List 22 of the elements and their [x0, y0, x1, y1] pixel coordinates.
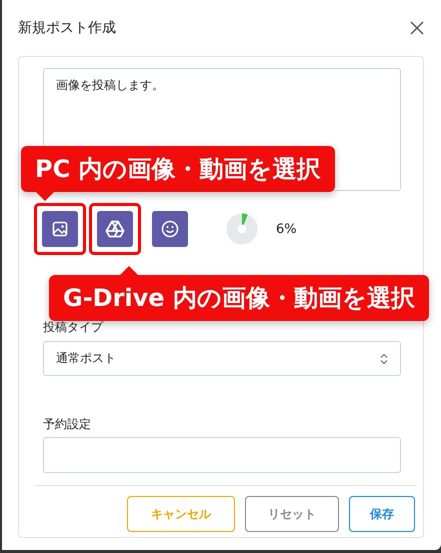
reset-button[interactable]: リセット	[245, 496, 339, 532]
post-type-select[interactable]: 通常ポスト	[43, 341, 401, 376]
chevron-updown-icon	[380, 352, 388, 364]
tool-button[interactable]	[42, 211, 78, 247]
cancel-button[interactable]: キャンセル	[127, 496, 235, 532]
tool-button[interactable]	[152, 211, 188, 247]
field-label: 投稿タイプ	[43, 319, 104, 336]
schedule-field[interactable]	[43, 437, 401, 473]
callout-tooltip: G-Drive 内の画像・動画を選択	[49, 275, 429, 321]
dialog-title: 新規ポスト作成	[18, 19, 116, 37]
close-button[interactable]	[410, 21, 424, 35]
tooltip-pointer	[120, 266, 138, 275]
smiley-icon	[161, 220, 179, 238]
drive-icon	[105, 220, 125, 238]
progress-ring	[226, 213, 258, 245]
image-icon	[52, 221, 68, 237]
save-button[interactable]: 保存	[349, 496, 415, 532]
tool-button[interactable]	[97, 211, 133, 247]
progress-reading: 6%	[276, 222, 297, 236]
field-label: 予約設定	[43, 416, 92, 433]
tooltip-pointer	[36, 192, 54, 201]
callout-tooltip: PC 内の画像・動画を選択	[21, 146, 335, 192]
